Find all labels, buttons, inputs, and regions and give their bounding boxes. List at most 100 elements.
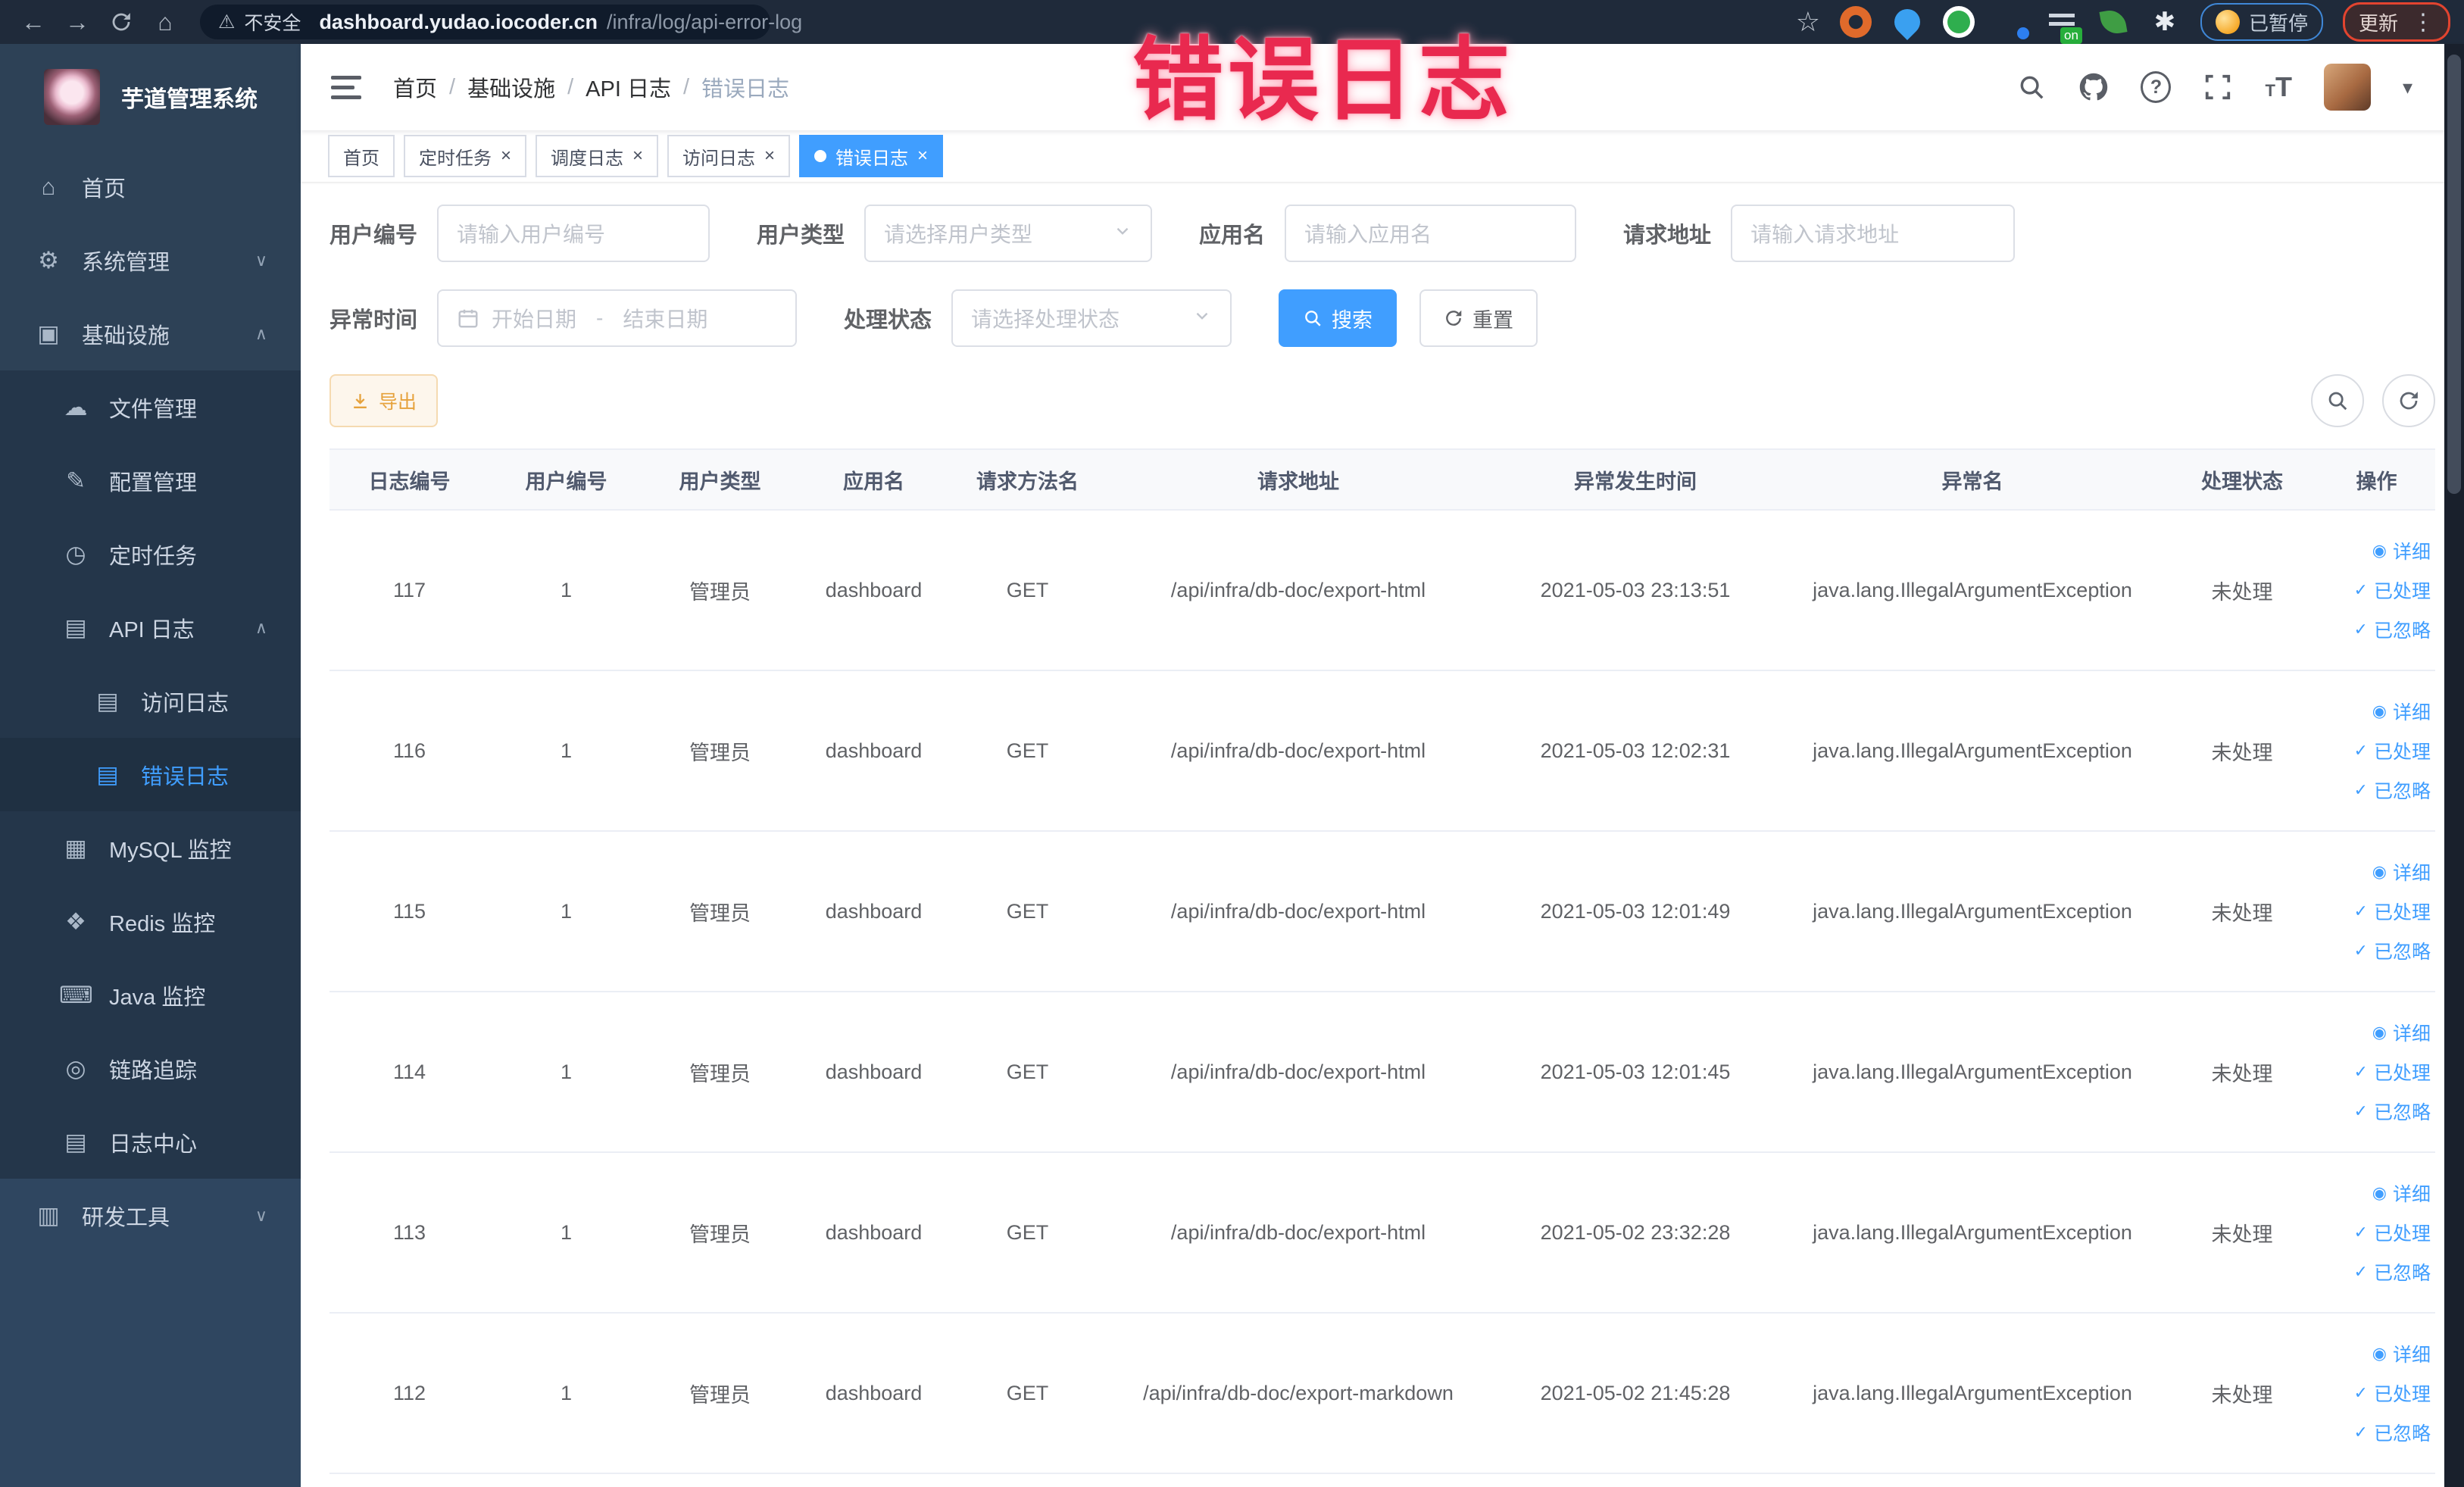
check-icon: ✓ xyxy=(2353,941,2368,960)
github-icon[interactable] xyxy=(2078,72,2109,102)
search-icon[interactable] xyxy=(2016,72,2047,102)
refresh-icon xyxy=(1444,308,1463,328)
reset-button[interactable]: 重置 xyxy=(1419,289,1538,347)
extension-proxy-icon[interactable] xyxy=(1839,6,1872,38)
processed-link[interactable]: ✓ 已处理 xyxy=(2354,1058,2431,1086)
browser-forward-button[interactable]: → xyxy=(58,5,97,39)
sidebar-menu-item[interactable]: ▦ MySQL 监控 xyxy=(0,811,301,885)
sidebar-menu-item[interactable]: ⚙ 系统管理 ∨ xyxy=(0,223,301,297)
breadcrumb: 首页 / 基础设施 / API 日志 / 错误日志 xyxy=(393,71,789,103)
processed-link[interactable]: ✓ 已处理 xyxy=(2354,1219,2431,1246)
cell-log-id: 117 xyxy=(392,578,426,601)
sidebar-menu-item[interactable]: ▤ 错误日志 xyxy=(0,738,301,811)
hamburger-icon[interactable] xyxy=(331,75,361,99)
process-status-label: 处理状态 xyxy=(844,308,932,333)
address-bar[interactable]: ⚠ 不安全 dashboard.yudao.iocoder.cn /infra/… xyxy=(200,5,802,39)
sidebar-menu-item[interactable]: ❖ Redis 监控 xyxy=(0,885,301,958)
chevron-down-icon xyxy=(1113,221,1132,246)
browser-home-button[interactable]: ⌂ xyxy=(145,5,185,39)
sidebar-menu-item[interactable]: ⌂ 首页 xyxy=(0,150,301,223)
sidebar-menu-item[interactable]: ▤ API 日志 ∧ xyxy=(0,591,301,664)
extension-puzzle-icon[interactable]: ✱ xyxy=(2149,6,2181,38)
refresh-table-button[interactable] xyxy=(2382,374,2435,427)
sidebar-menu-item[interactable]: ⌨ Java 监控 xyxy=(0,958,301,1032)
breadcrumb-item[interactable]: 基础设施 / xyxy=(467,71,586,103)
detail-link[interactable]: ◉ 详细 xyxy=(2372,1340,2431,1367)
date-range-input[interactable]: 开始日期 - 结束日期 xyxy=(437,289,798,347)
caret-down-icon[interactable]: ▾ xyxy=(2403,76,2412,99)
sidebar-menu-item[interactable]: ▤ 访问日志 xyxy=(0,664,301,738)
ignored-link[interactable]: ✓ 已忽略 xyxy=(2354,1098,2431,1125)
sidebar-logo-row[interactable]: 芋道管理系统 xyxy=(0,44,301,150)
sidebar-menu-item[interactable]: ◎ 链路追踪 xyxy=(0,1032,301,1105)
sidebar-menu-item[interactable]: ▥ 研发工具 ∨ xyxy=(0,1179,301,1252)
extension-leaf-icon[interactable] xyxy=(2097,6,2129,38)
ignored-link[interactable]: ✓ 已忽略 xyxy=(2354,776,2431,804)
app-name-input[interactable]: 请输入应用名 xyxy=(1285,205,1577,262)
sidebar-menu: ⌂ 首页 ⚙ 系统管理 ∨ ▣ 基础设施 ∧ ☁ 文件管理 ✎ 配置管理 ◷ 定… xyxy=(0,150,301,1487)
font-size-icon[interactable]: TT xyxy=(2265,71,2291,103)
request-url-input[interactable]: 请输入请求地址 xyxy=(1731,205,2016,262)
cell-status: 未处理 xyxy=(2211,580,2273,604)
breadcrumb-item[interactable]: 错误日志 xyxy=(701,71,789,103)
tag[interactable]: 错误日志 × xyxy=(799,135,944,177)
export-button[interactable]: 导出 xyxy=(329,374,439,427)
check-icon: ✓ xyxy=(2353,1423,2368,1442)
breadcrumb-item[interactable]: 首页 / xyxy=(393,71,467,103)
search-button[interactable]: 搜索 xyxy=(1279,289,1398,347)
extension-pin-icon[interactable] xyxy=(1888,3,1926,41)
help-icon[interactable]: ? xyxy=(2141,71,2172,103)
ignored-link[interactable]: ✓ 已忽略 xyxy=(2354,937,2431,964)
tag[interactable]: 首页 xyxy=(328,135,395,177)
paused-extension-button[interactable]: 已暂停 xyxy=(2200,3,2323,41)
browser-back-button[interactable]: ← xyxy=(14,5,53,39)
detail-link[interactable]: ◉ 详细 xyxy=(2372,1019,2431,1046)
detail-link[interactable]: ◉ 详细 xyxy=(2372,537,2431,564)
detail-link[interactable]: ◉ 详细 xyxy=(2372,698,2431,725)
browser-reload-button[interactable] xyxy=(101,5,141,39)
user-id-input[interactable]: 请输入用户编号 xyxy=(437,205,710,262)
processed-link[interactable]: ✓ 已处理 xyxy=(2354,898,2431,925)
close-icon[interactable]: × xyxy=(501,147,511,165)
cell-app-name: dashboard xyxy=(825,1381,923,1404)
extension-switch-on-icon[interactable]: on xyxy=(2046,6,2082,44)
processed-link[interactable]: ✓ 已处理 xyxy=(2354,576,2431,604)
java-icon: ⌨ xyxy=(59,981,93,1008)
ignored-link[interactable]: ✓ 已忽略 xyxy=(2354,616,2431,643)
filter-row-2: 异常时间 开始日期 - 结束日期 处理状态 请选择处理状态 搜索 重置 xyxy=(329,289,2435,347)
fullscreen-icon[interactable] xyxy=(2203,72,2233,102)
avatar[interactable] xyxy=(2323,64,2371,111)
sidebar-menu-item[interactable]: ◷ 定时任务 xyxy=(0,517,301,591)
extension-v-badge-icon[interactable] xyxy=(1942,6,1975,38)
sidebar-menu-item[interactable]: ▣ 基础设施 ∧ xyxy=(0,297,301,370)
ignored-link[interactable]: ✓ 已忽略 xyxy=(2354,1258,2431,1286)
browser-update-button[interactable]: 更新 ⋮ xyxy=(2342,2,2450,42)
tag[interactable]: 访问日志 × xyxy=(667,135,791,177)
ignored-link[interactable]: ✓ 已忽略 xyxy=(2354,1419,2431,1446)
close-icon[interactable]: × xyxy=(764,147,775,165)
user-type-select[interactable]: 请选择用户类型 xyxy=(864,205,1153,262)
tag[interactable]: 调度日志 × xyxy=(536,135,659,177)
toggle-search-button[interactable] xyxy=(2311,374,2364,427)
tag[interactable]: 定时任务 × xyxy=(404,135,527,177)
bookmark-star-icon[interactable]: ☆ xyxy=(1796,6,1820,38)
check-icon: ✓ xyxy=(2353,901,2368,920)
sidebar-menu-item[interactable]: ✎ 配置管理 xyxy=(0,444,301,517)
breadcrumb-item[interactable]: API 日志 / xyxy=(586,71,701,103)
process-status-select[interactable]: 请选择处理状态 xyxy=(951,289,1232,347)
processed-link[interactable]: ✓ 已处理 xyxy=(2354,737,2431,764)
browser-menu-icon[interactable]: ⋮ xyxy=(2412,9,2434,36)
cell-actions: ◉ 详细 ✓ 已处理 ✓ 已忽略 xyxy=(2318,1019,2435,1125)
cell-log-id: 113 xyxy=(392,1220,426,1244)
extension-grid-icon[interactable] xyxy=(1994,6,2029,39)
close-icon[interactable]: × xyxy=(917,147,928,165)
cell-status: 未处理 xyxy=(2211,1062,2273,1086)
sidebar-menu-item[interactable]: ▤ 日志中心 xyxy=(0,1105,301,1179)
detail-link[interactable]: ◉ 详细 xyxy=(2372,1179,2431,1207)
sidebar-menu-item[interactable]: ☁ 文件管理 xyxy=(0,370,301,444)
close-icon[interactable]: × xyxy=(632,147,643,165)
processed-link[interactable]: ✓ 已处理 xyxy=(2354,1379,2431,1407)
scrollbar-thumb[interactable] xyxy=(2447,55,2461,494)
detail-link[interactable]: ◉ 详细 xyxy=(2372,858,2431,886)
cell-exception-name: java.lang.IllegalArgumentException xyxy=(1813,1381,2132,1404)
